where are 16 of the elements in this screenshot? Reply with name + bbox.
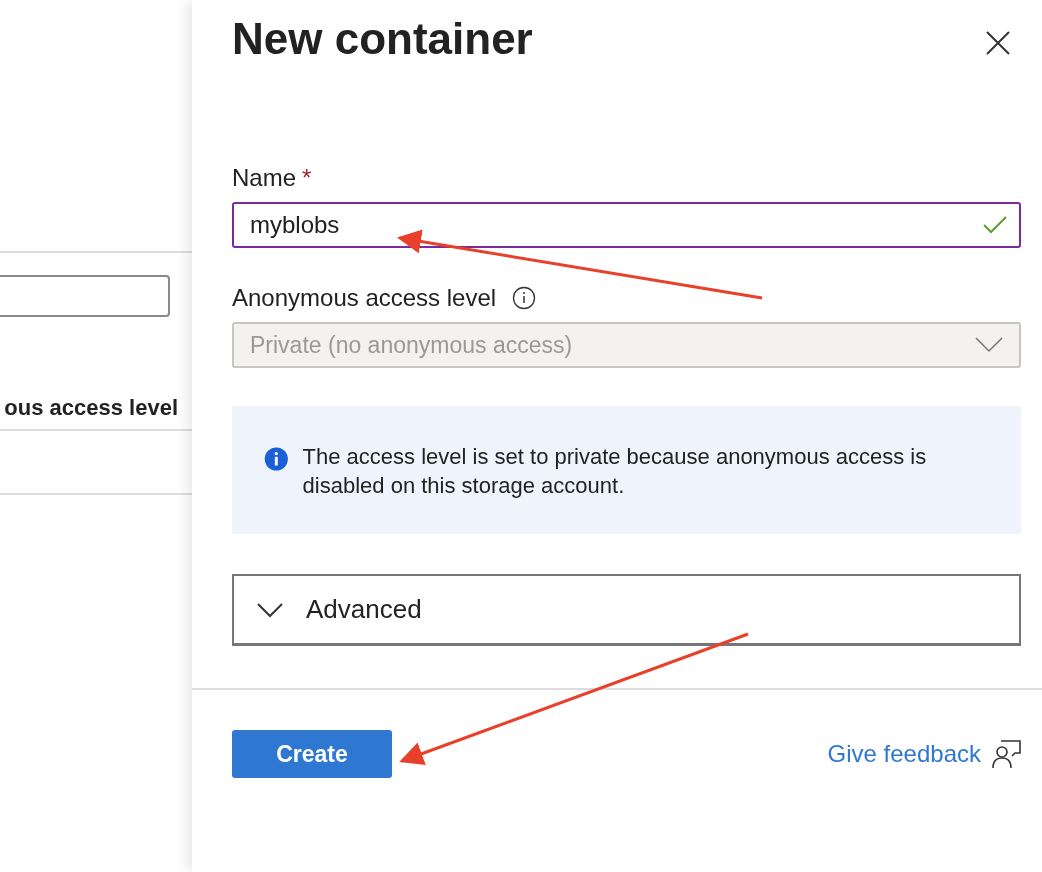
info-icon[interactable] — [512, 286, 537, 310]
field-label: Anonymous access level — [232, 284, 497, 312]
chevron-down-icon — [256, 601, 284, 618]
column-header: ous access level — [3, 395, 179, 422]
chevron-down-icon — [975, 337, 1003, 353]
field-label: Name * — [232, 164, 313, 192]
filter-field[interactable] — [0, 275, 170, 317]
advanced-section-toggle[interactable]: Advanced — [232, 574, 1021, 646]
feedback-link[interactable]: Give feedback — [827, 740, 981, 768]
create-button[interactable]: Create — [232, 730, 392, 778]
close-icon[interactable] — [985, 30, 1011, 56]
checkmark-icon — [983, 216, 1007, 234]
name-field[interactable]: myblobs — [232, 202, 1021, 248]
feedback-icon[interactable] — [991, 739, 1021, 769]
info-message: The access level is set to private because anonymous access is disabled on this storage account. — [302, 443, 928, 500]
panel-title: New container — [232, 14, 533, 64]
